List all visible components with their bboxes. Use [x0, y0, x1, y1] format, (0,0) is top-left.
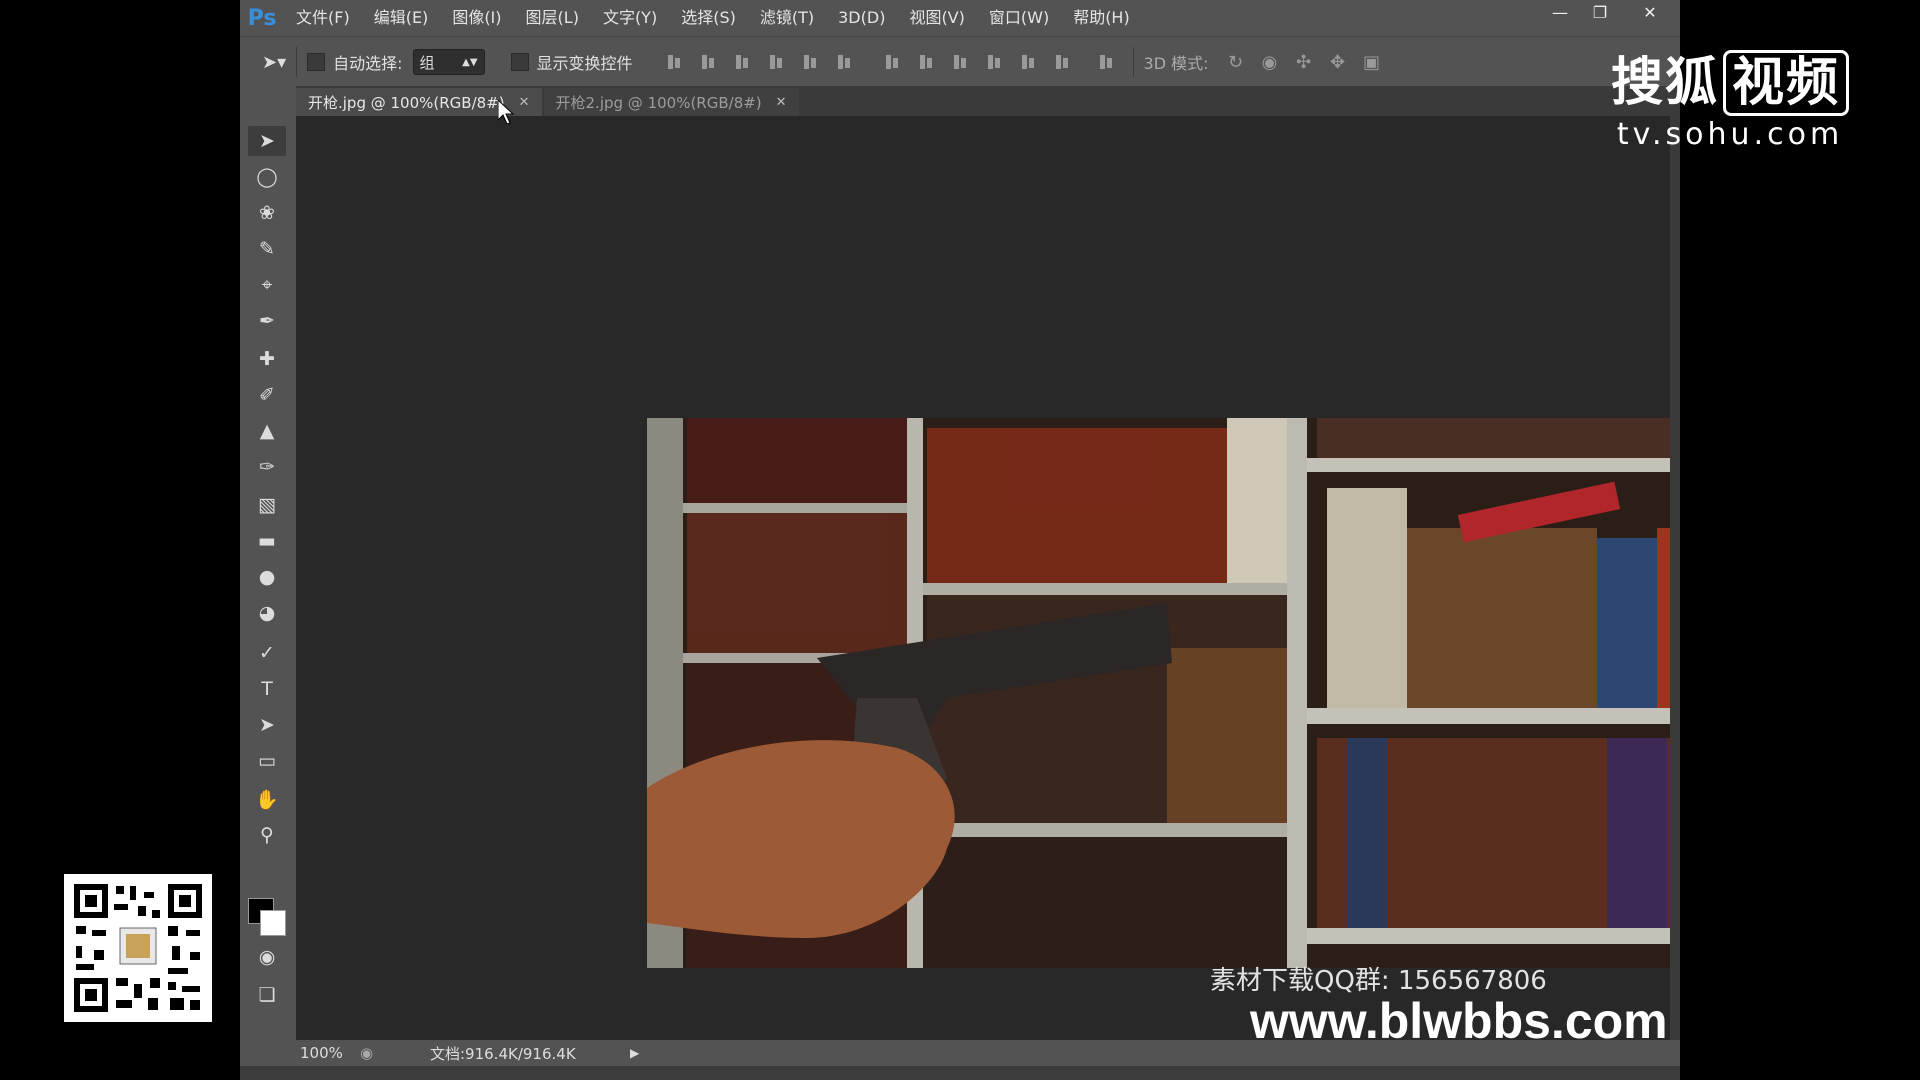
rectangle-tool-icon[interactable]: ▭ — [248, 746, 286, 776]
brush-tool-icon[interactable]: ✐ — [248, 380, 286, 410]
status-info-icon[interactable]: ◉ — [360, 1044, 390, 1062]
auto-align-icon[interactable] — [1097, 53, 1115, 71]
menu-filter[interactable]: 滤镜(T) — [748, 0, 826, 36]
close-icon[interactable]: ✕ — [776, 95, 787, 110]
document-size: 文档:916.4K/916.4K — [430, 1044, 576, 1063]
close-icon[interactable]: ✕ — [519, 95, 530, 110]
tab-document-2[interactable]: 开枪2.jpg @ 100%(RGB/8#) ✕ — [543, 88, 799, 116]
align-left-icon[interactable] — [767, 53, 785, 71]
canvas-area[interactable] — [296, 116, 1680, 1040]
distribute-vcenter-icon[interactable] — [917, 53, 935, 71]
quick-select-tool-icon[interactable]: ✎ — [248, 234, 286, 264]
show-transform-checkbox[interactable] — [510, 53, 529, 71]
tab-label: 开枪2.jpg @ 100%(RGB/8#) — [555, 93, 762, 112]
dodge-tool-icon[interactable]: ◕ — [248, 598, 286, 628]
menu-3d[interactable]: 3D(D) — [826, 0, 897, 36]
lasso-tool-icon[interactable]: ❀ — [248, 198, 286, 228]
distribute-right-icon[interactable] — [1053, 53, 1071, 71]
healing-brush-tool-icon[interactable]: ✚ — [248, 344, 286, 374]
restore-icon[interactable]: ❐ — [1580, 0, 1620, 24]
mode-3d-label: 3D 模式: — [1143, 54, 1209, 73]
close-icon[interactable]: ✕ — [1620, 0, 1680, 24]
align-right-icon[interactable] — [835, 53, 853, 71]
align-bottom-icon[interactable] — [733, 53, 751, 71]
qr-code — [64, 874, 212, 1022]
sohu-name: 搜狐 — [1610, 53, 1719, 113]
menu-bar: Ps 文件(F) 编辑(E) 图像(I) 图层(L) 文字(Y) 选择(S) 滤… — [240, 0, 1680, 36]
distribute-top-icon[interactable] — [883, 53, 901, 71]
document-image[interactable] — [647, 418, 1680, 968]
zoom-tool-icon[interactable]: ⚲ — [248, 820, 286, 850]
move-tool-preset-icon[interactable]: ➤▾ — [262, 52, 286, 73]
options-bar: ➤▾ 自动选择: 组 ▲▼ 显示变换控件 3D 模式: ↻ ◉ ✣ ✥ ▣ — [240, 36, 1680, 87]
eraser-tool-icon[interactable]: ▧ — [248, 490, 286, 520]
bottom-strip — [240, 1066, 1680, 1080]
background-color-swatch[interactable] — [260, 910, 286, 936]
mouse-cursor-icon — [498, 100, 514, 124]
window-controls: — ❐ ✕ — [1540, 0, 1680, 26]
menu-type[interactable]: 文字(Y) — [591, 0, 669, 36]
auto-select-checkbox[interactable] — [307, 53, 326, 71]
menu-edit[interactable]: 编辑(E) — [362, 0, 441, 36]
menu-help[interactable]: 帮助(H) — [1061, 0, 1142, 36]
roll-3d-icon[interactable]: ◉ — [1259, 51, 1281, 73]
dropdown-arrows-icon: ▲▼ — [462, 56, 478, 68]
menu-select[interactable]: 选择(S) — [669, 0, 748, 36]
rotate-3d-icon[interactable]: ↻ — [1225, 51, 1247, 73]
gradient-tool-icon[interactable]: ▬ — [248, 526, 286, 556]
menu-window[interactable]: 窗口(W) — [977, 0, 1061, 36]
slide-3d-icon[interactable]: ✥ — [1327, 51, 1349, 73]
bookshelf-gun-photo — [647, 418, 1680, 968]
divider — [1132, 47, 1134, 77]
sohu-name-boxed: 视频 — [1723, 50, 1850, 116]
auto-select-label: 自动选择: — [333, 54, 403, 73]
scale-3d-icon[interactable]: ▣ — [1361, 51, 1383, 73]
move-tool-icon[interactable]: ➤ — [248, 126, 286, 156]
tab-label: 开枪.jpg @ 100%(RGB/8#) — [308, 93, 505, 112]
auto-select-dropdown[interactable]: 组 ▲▼ — [412, 49, 485, 75]
divider — [296, 47, 298, 77]
menu-layer[interactable]: 图层(L) — [514, 0, 591, 36]
sohu-url: tv.sohu.com — [1616, 117, 1844, 152]
menu-view[interactable]: 视图(V) — [897, 0, 976, 36]
ps-logo: Ps — [247, 5, 277, 31]
stamp-tool-icon[interactable]: ▲ — [248, 416, 286, 446]
history-brush-tool-icon[interactable]: ✑ — [248, 452, 286, 482]
eyedropper-tool-icon[interactable]: ✒ — [248, 306, 286, 336]
drag-3d-icon[interactable]: ✣ — [1293, 51, 1315, 73]
menu-image[interactable]: 图像(I) — [440, 0, 513, 36]
site-url-watermark: www.blwbbs.com — [1250, 993, 1668, 1049]
path-select-tool-icon[interactable]: ➤ — [248, 710, 286, 740]
align-vcenter-icon[interactable] — [699, 53, 717, 71]
screen-mode-icon[interactable]: ❏ — [248, 980, 286, 1010]
crop-tool-icon[interactable]: ⌖ — [248, 270, 286, 300]
distribute-left-icon[interactable] — [985, 53, 1003, 71]
show-transform-label: 显示变换控件 — [536, 54, 633, 73]
vertical-scrollbar[interactable] — [1670, 116, 1680, 1040]
pen-tool-icon[interactable]: ✓ — [248, 638, 286, 668]
type-tool-icon[interactable]: T — [248, 674, 286, 704]
align-hcenter-icon[interactable] — [801, 53, 819, 71]
toolbox: ➤ ◯ ❀ ✎ ⌖ ✒ ✚ ✐ ▲ ✑ ▧ ▬ ● ◕ ✓ T ➤ ▭ ✋ ⚲ … — [240, 86, 297, 1080]
status-menu-arrow-icon[interactable]: ▶ — [630, 1046, 639, 1060]
distribute-hcenter-icon[interactable] — [1019, 53, 1037, 71]
menu-file[interactable]: 文件(F) — [284, 0, 362, 36]
auto-select-value: 组 — [419, 53, 435, 72]
quick-mask-icon[interactable]: ◉ — [248, 942, 286, 972]
marquee-tool-icon[interactable]: ◯ — [248, 162, 286, 192]
blur-tool-icon[interactable]: ● — [248, 562, 286, 592]
hand-tool-icon[interactable]: ✋ — [248, 784, 286, 814]
zoom-level[interactable]: 100% — [300, 1044, 360, 1062]
distribute-bottom-icon[interactable] — [951, 53, 969, 71]
minimize-icon[interactable]: — — [1540, 0, 1580, 24]
sohu-watermark: 搜狐 视频 tv.sohu.com — [1610, 40, 1850, 152]
align-top-icon[interactable] — [665, 53, 683, 71]
photoshop-window: Ps 文件(F) 编辑(E) 图像(I) 图层(L) 文字(Y) 选择(S) 滤… — [240, 0, 1680, 1080]
